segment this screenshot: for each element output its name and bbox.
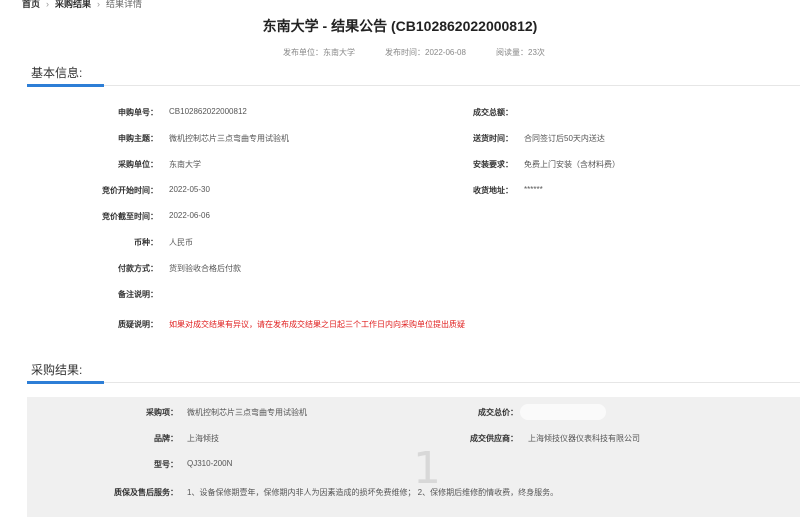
- field-value: 1、设备保修期壹年，保修期内非人为因素造成的损坏免费维修； 2、保修期后维修酌情…: [187, 488, 559, 497]
- field-value: 货到验收合格后付款: [169, 264, 241, 273]
- field-value: CB102862022000812: [169, 107, 247, 116]
- result-section-header: 采购结果:: [27, 361, 800, 384]
- field-label: 竞价开始时间：: [102, 186, 158, 195]
- field-value: 2022-05-30: [169, 185, 210, 194]
- basic-info-heading: 基本信息:: [31, 66, 83, 80]
- breadcrumb-chevron-icon: ›: [97, 0, 101, 9]
- field-value: 人民币: [169, 238, 193, 247]
- redacted-total-price: [520, 404, 606, 420]
- field-label: 型号：: [154, 460, 178, 469]
- views-meta: 阅读量：23次: [496, 48, 545, 57]
- field-label: 品牌：: [154, 434, 178, 443]
- page-title: 东南大学 - 结果公告 (CB102862022000812): [262, 18, 538, 34]
- field-label: 申购主题：: [118, 134, 158, 143]
- section-accent-bar: [27, 381, 104, 384]
- field-label: 申购单号：: [118, 108, 158, 117]
- field-label: 备注说明：: [118, 290, 158, 299]
- publish-time-meta: 发布时间：2022-06-08: [385, 48, 466, 57]
- field-label: 采购单位：: [118, 160, 158, 169]
- breadcrumb: 首页 › 采购结果 › 结果详情: [22, 0, 142, 10]
- publisher-meta: 发布单位：东南大学: [283, 48, 355, 57]
- field-value: 免费上门安装（含材料费）: [524, 160, 620, 169]
- field-label: 竞价截至时间：: [102, 212, 158, 221]
- field-value: 微机控制芯片三点弯曲专用试验机: [187, 408, 307, 417]
- basic-info-section-header: 基本信息:: [27, 64, 800, 87]
- field-value: 东南大学: [169, 160, 201, 169]
- objection-notice: 如果对成交结果有异议，请在发布成交结果之日起三个工作日内向采购单位提出质疑: [169, 320, 465, 329]
- field-label: 成交总价：: [478, 408, 518, 417]
- field-label: 质疑说明：: [118, 320, 158, 329]
- field-value: 微机控制芯片三点弯曲专用试验机: [169, 134, 289, 143]
- field-label: 币种：: [134, 238, 158, 247]
- field-label: 送货时间：: [473, 134, 513, 143]
- field-label: 质保及售后服务：: [114, 488, 178, 497]
- breadcrumb-category-link[interactable]: 采购结果: [55, 0, 91, 10]
- field-label: 付款方式：: [118, 264, 158, 273]
- field-value: QJ310-200N: [187, 459, 233, 468]
- field-value: ******: [524, 185, 543, 194]
- field-label: 安装要求：: [473, 160, 513, 169]
- breadcrumb-current: 结果详情: [106, 0, 143, 9]
- field-label: 成交供应商：: [470, 434, 518, 443]
- result-heading: 采购结果:: [31, 363, 83, 377]
- field-value: 2022-06-06: [169, 211, 210, 220]
- field-label: 成交总额：: [473, 108, 513, 117]
- field-value: 上海倾技: [187, 434, 219, 443]
- field-label: 采购项：: [146, 408, 178, 417]
- field-label: 收货地址：: [473, 186, 513, 195]
- section-accent-bar: [27, 84, 104, 87]
- field-value: 合同签订后50天内送达: [524, 134, 605, 143]
- breadcrumb-home-link[interactable]: 首页: [22, 0, 40, 10]
- breadcrumb-chevron-icon: ›: [46, 0, 50, 9]
- field-value: 上海倾技仪器仪表科技有限公司: [528, 434, 640, 443]
